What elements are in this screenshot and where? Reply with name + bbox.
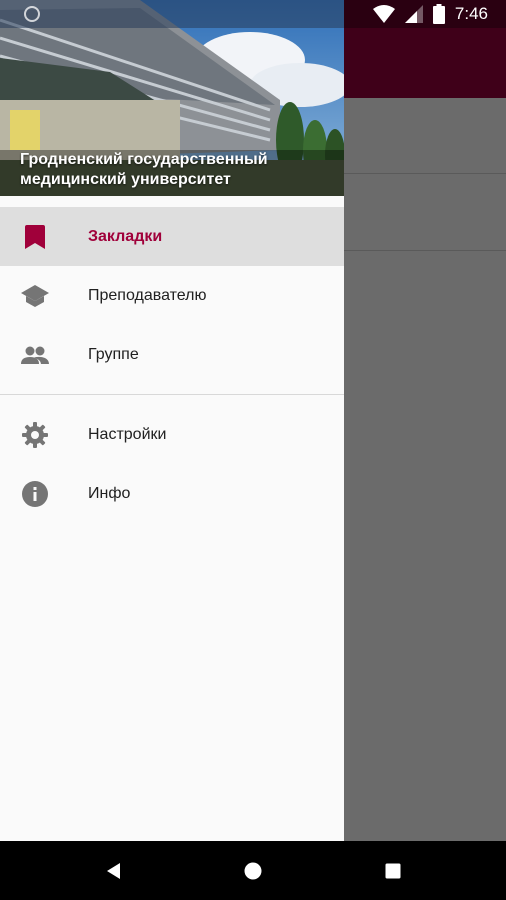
loading-icon xyxy=(24,6,40,22)
back-icon[interactable] xyxy=(102,859,126,883)
list-divider xyxy=(344,250,506,251)
navigation-drawer: Гродненский государственный медицинский … xyxy=(0,0,344,841)
status-time: 7:46 xyxy=(454,4,488,23)
menu-divider xyxy=(0,394,344,395)
menu-item-label: Преподавателю xyxy=(88,286,207,304)
signal-icon xyxy=(404,5,423,23)
status-bar-left xyxy=(0,0,344,28)
navigation-bar xyxy=(0,841,506,900)
wifi-icon xyxy=(372,5,395,23)
home-icon[interactable] xyxy=(241,859,265,883)
group-icon xyxy=(21,341,49,369)
menu-item-group[interactable]: Группе xyxy=(0,325,344,384)
drawer-header: Гродненский государственный медицинский … xyxy=(0,0,344,196)
menu-item-label: Группе xyxy=(88,345,139,363)
graduation-cap-icon xyxy=(21,282,49,310)
list-divider xyxy=(344,173,506,174)
menu-item-settings[interactable]: Настройки xyxy=(0,405,344,464)
menu-item-bookmarks[interactable]: Закладки xyxy=(0,207,344,266)
header-title: Гродненский государственный медицинский … xyxy=(20,151,268,188)
status-icons: 7:46 xyxy=(372,4,488,24)
menu-item-label: Закладки xyxy=(88,227,163,245)
gear-icon xyxy=(21,421,49,449)
menu-item-teacher[interactable]: Преподавателю xyxy=(0,266,344,325)
bookmark-icon xyxy=(21,223,49,251)
status-bar: 7:46 xyxy=(0,0,506,28)
recents-icon[interactable] xyxy=(381,859,405,883)
menu-item-label: Настройки xyxy=(88,425,167,443)
menu-item-info[interactable]: Инфо xyxy=(0,464,344,523)
menu-item-label: Инфо xyxy=(88,484,131,502)
info-icon xyxy=(21,480,49,508)
battery-icon xyxy=(432,4,445,24)
